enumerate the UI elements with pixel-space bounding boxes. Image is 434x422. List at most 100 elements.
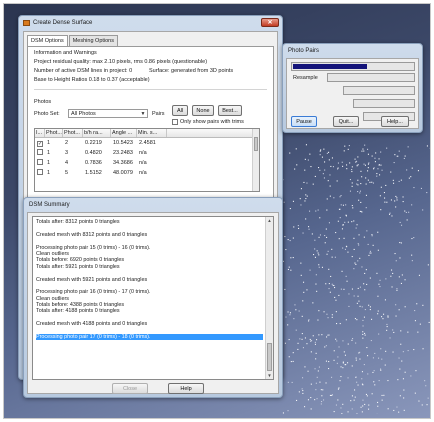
- cloud-point: [293, 318, 295, 320]
- cloud-point: [408, 177, 410, 179]
- cloud-point: [330, 275, 332, 277]
- table-row[interactable]: 1 4 0.7836 34.3686 n/a: [35, 158, 259, 168]
- cloud-point: [295, 329, 297, 331]
- log-scrollbar[interactable]: ▲ ▼: [265, 217, 273, 379]
- cloud-point: [362, 319, 364, 321]
- column-header[interactable]: Min. s...: [137, 129, 167, 137]
- table-cell: 1: [47, 150, 51, 156]
- row-checkbox[interactable]: ✓: [37, 141, 43, 147]
- cloud-point: [426, 192, 428, 194]
- column-header[interactable]: b/h ra...: [83, 129, 111, 137]
- only-show-trims-checkbox[interactable]: [172, 119, 178, 125]
- cloud-point: [304, 158, 306, 160]
- cloud-point: [302, 232, 304, 234]
- cloud-point: [315, 274, 317, 276]
- close-icon[interactable]: ✕: [261, 18, 279, 27]
- cloud-point: [406, 219, 408, 221]
- cloud-point: [380, 186, 382, 188]
- app-icon: [23, 20, 30, 26]
- cloud-point: [320, 389, 322, 391]
- table-row[interactable]: ✓ 1 2 0.2219 10.5423 2.4581: [35, 138, 259, 148]
- cloud-point: [289, 314, 291, 316]
- cloud-point: [315, 389, 317, 391]
- cloud-point: [364, 144, 366, 146]
- cloud-point: [299, 338, 301, 340]
- cloud-point: [396, 199, 398, 201]
- cloud-point: [327, 334, 329, 336]
- summary-log[interactable]: Totals after: 8312 points 0 triangles Cre…: [32, 216, 274, 380]
- column-header[interactable]: I...: [35, 129, 45, 137]
- cloud-point: [346, 164, 348, 166]
- cloud-point: [371, 235, 373, 237]
- cloud-point: [426, 145, 428, 147]
- column-header[interactable]: Phot...: [63, 129, 83, 137]
- cloud-point: [374, 384, 376, 386]
- quit-button[interactable]: Quit...: [333, 116, 359, 127]
- title-bar[interactable]: Photo Pairs: [283, 44, 422, 58]
- cloud-point: [294, 304, 296, 306]
- table-row[interactable]: 1 3 0.4820 23.2483 n/a: [35, 148, 259, 158]
- cloud-point: [326, 152, 328, 154]
- cloud-point: [377, 168, 379, 170]
- cloud-point: [351, 221, 353, 223]
- cloud-point: [376, 173, 378, 175]
- pause-button[interactable]: Pause: [291, 116, 317, 127]
- cloud-point: [355, 357, 357, 359]
- photo-set-select[interactable]: All Photos ▼: [68, 109, 148, 118]
- close-button[interactable]: Close: [112, 383, 148, 394]
- cloud-point: [369, 309, 371, 311]
- cloud-point: [301, 333, 303, 335]
- residual-quality-text: Project residual quality: max 2.10 pixel…: [34, 59, 208, 65]
- table-scrollbar[interactable]: [252, 129, 259, 191]
- cloud-point: [392, 179, 394, 181]
- row-checkbox[interactable]: [37, 149, 43, 155]
- help-button[interactable]: Help...: [381, 116, 409, 127]
- log-line[interactable]: Processing photo pair 17 (0 trims) - 18 …: [36, 334, 263, 341]
- surface-source-text: Surface: generated from 3D points: [149, 68, 234, 74]
- tab-meshing-options[interactable]: Meshing Options: [68, 35, 118, 46]
- cloud-point: [310, 383, 312, 385]
- photo-pairs-window: Photo Pairs Resample Pause Quit... Help.…: [282, 43, 423, 133]
- row-checkbox[interactable]: [37, 159, 43, 165]
- scroll-up-icon[interactable]: ▲: [266, 217, 273, 224]
- cloud-point: [364, 332, 366, 334]
- cloud-point: [306, 182, 308, 184]
- cloud-point: [298, 310, 300, 312]
- cloud-point: [355, 263, 357, 265]
- cloud-point: [353, 399, 355, 401]
- cloud-point: [346, 246, 348, 248]
- photo-pairs-table: I... Phot... Phot... b/h ra... Angle ...…: [34, 128, 260, 192]
- help-button[interactable]: Help: [168, 383, 204, 394]
- cloud-point: [323, 311, 325, 313]
- column-header[interactable]: Phot...: [45, 129, 63, 137]
- cloud-point: [297, 342, 299, 344]
- cloud-point: [385, 350, 387, 352]
- cloud-point: [307, 159, 309, 161]
- photos-heading: Photos: [34, 99, 52, 105]
- title-bar[interactable]: Create Dense Surface ✕: [19, 16, 282, 30]
- scroll-down-icon[interactable]: ▼: [266, 372, 273, 379]
- cloud-point: [334, 287, 336, 289]
- cloud-point: [287, 268, 289, 270]
- cloud-point: [356, 160, 358, 162]
- cloud-point: [424, 380, 426, 382]
- cloud-point: [379, 174, 381, 176]
- none-button[interactable]: None: [192, 105, 214, 116]
- all-button[interactable]: All: [172, 105, 188, 116]
- scrollbar-thumb[interactable]: [267, 343, 272, 371]
- cloud-point: [282, 412, 284, 414]
- cloud-point: [354, 158, 356, 160]
- title-bar[interactable]: DSM Summary: [24, 198, 282, 212]
- column-header[interactable]: Angle ...: [111, 129, 137, 137]
- cloud-point: [310, 166, 312, 168]
- cloud-point: [355, 227, 357, 229]
- cloud-point: [342, 403, 344, 405]
- table-row[interactable]: 1 5 1.5152 48.0079 n/a: [35, 168, 259, 178]
- scrollbar-thumb[interactable]: [254, 137, 258, 151]
- cloud-point: [369, 250, 371, 252]
- cloud-point: [358, 234, 360, 236]
- best-button[interactable]: Best...: [218, 105, 242, 116]
- cloud-point: [362, 333, 364, 335]
- row-checkbox[interactable]: [37, 169, 43, 175]
- cloud-point: [371, 318, 373, 320]
